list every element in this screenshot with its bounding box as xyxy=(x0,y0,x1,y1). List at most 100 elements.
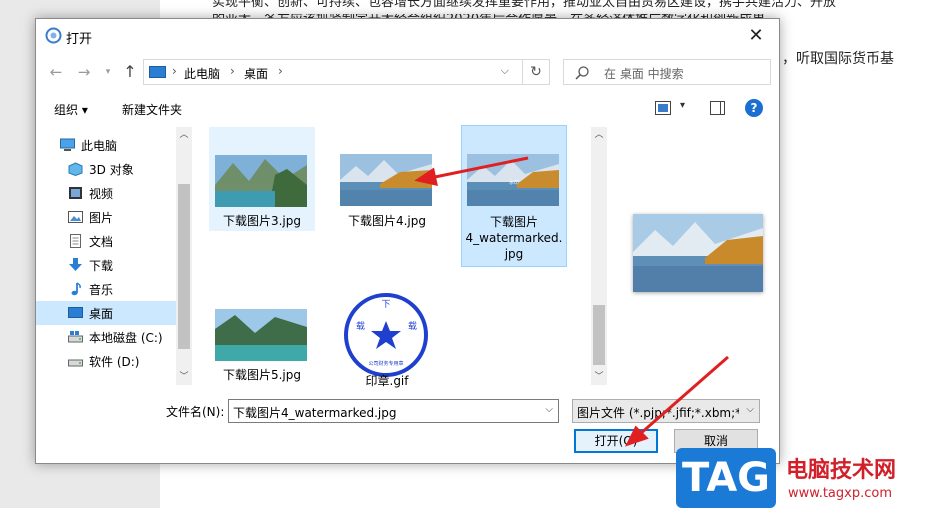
recent-locations-icon[interactable]: ▾ xyxy=(98,62,118,82)
app-icon xyxy=(45,27,62,44)
site-url: www.tagxp.com xyxy=(788,486,892,501)
download-icon xyxy=(69,258,82,271)
address-bar[interactable]: › 此电脑 › 桌面 › ⌵ xyxy=(143,59,550,85)
disk-icon xyxy=(68,359,83,367)
sidebar-item-label: 文档 xyxy=(89,235,114,249)
file-item[interactable]: 下载图片4.jpg xyxy=(334,127,440,231)
organize-menu[interactable]: 组织 ▾ xyxy=(54,101,88,118)
navigation-pane: 此电脑 3D 对象 视频 图片 文档 下载 音乐 桌面 本地磁盘 (C:) 软件… xyxy=(36,127,192,385)
sidebar-item-label: 视频 xyxy=(89,187,114,201)
svg-text:水印: 水印 xyxy=(509,179,519,186)
sidebar-item-downloads[interactable]: 下载 xyxy=(36,253,176,277)
chevron-down-icon[interactable]: ⌵ xyxy=(501,64,509,78)
scroll-down-arrow-icon[interactable]: ﹀ xyxy=(591,369,607,385)
sidebar-item-label: 本地磁盘 (C:) xyxy=(89,331,163,345)
chevron-right-icon: › xyxy=(230,64,235,78)
sidebar-item-label: 音乐 xyxy=(89,283,114,297)
file-name-line: 4_watermarked. xyxy=(465,231,563,245)
image-thumbnail xyxy=(215,155,307,207)
tag-logo: TAG xyxy=(676,448,776,508)
sidebar-item-label: 图片 xyxy=(89,211,114,225)
navigation-bar: ← → ▾ ↑ › 此电脑 › 桌面 › ⌵ ↻ 在 桌面 中搜索 xyxy=(36,55,779,89)
documents-icon xyxy=(70,234,81,248)
back-arrow-icon[interactable]: ← xyxy=(46,62,66,82)
file-item[interactable]: 下载图片5.jpg xyxy=(209,297,315,383)
computer-icon xyxy=(149,66,166,78)
forward-arrow-icon[interactable]: → xyxy=(74,62,94,82)
file-name-line: 下载图片 xyxy=(489,215,538,229)
up-arrow-icon[interactable]: ↑ xyxy=(120,62,140,82)
sidebar-item-label: 3D 对象 xyxy=(89,163,134,177)
file-list: 下载图片3.jpg 下载图片4.jpg 水印 下载图片 4_watermarke… xyxy=(206,125,606,388)
file-type-select[interactable]: 图片文件 (*.pjp;*.jfif;*.xbm;*.pjpeg ⌵ xyxy=(572,399,760,423)
svg-text:公司财务专用章: 公司财务专用章 xyxy=(368,360,403,367)
image-thumbnail xyxy=(215,309,307,361)
chevron-down-icon[interactable]: ⌵ xyxy=(746,404,754,415)
disk-icon xyxy=(68,331,83,343)
sidebar-item-label: 桌面 xyxy=(89,307,114,321)
file-list-scrollbar[interactable]: ︿ ﹀ xyxy=(591,127,607,385)
search-placeholder: 在 桌面 中搜索 xyxy=(604,67,684,81)
scrollbar-thumb[interactable] xyxy=(178,184,190,349)
sidebar-item-pictures[interactable]: 图片 xyxy=(36,205,176,229)
sidebar-item-label: 软件 (D:) xyxy=(89,355,140,369)
chevron-right-icon: › xyxy=(278,64,283,78)
document-text-line: 实现平衡、创新、可持续、包容增长方面继续发挥重要作用，推动亚太自由贸易区建设，携… xyxy=(212,0,837,10)
help-icon[interactable]: ? xyxy=(745,99,763,117)
file-name: 下载图片5.jpg xyxy=(222,368,302,382)
chevron-down-icon[interactable]: ▾ xyxy=(680,100,685,111)
image-thumbnail: 水印 xyxy=(467,154,559,206)
new-folder-button[interactable]: 新建文件夹 xyxy=(122,101,182,118)
sidebar-item-desktop[interactable]: 桌面 xyxy=(36,301,176,325)
file-item[interactable]: 下 载 载 公司财务专用章 印章.gif xyxy=(334,287,440,388)
refresh-button[interactable]: ↻ xyxy=(522,59,550,85)
filename-input[interactable]: 下载图片4_watermarked.jpg ⌵ xyxy=(228,399,559,423)
sidebar-item-music[interactable]: 音乐 xyxy=(36,277,176,301)
view-options-icon[interactable] xyxy=(655,101,671,115)
video-icon xyxy=(69,187,82,199)
preview-image xyxy=(633,214,763,292)
file-name: 印章.gif xyxy=(365,374,409,388)
chevron-down-icon[interactable]: ⌵ xyxy=(545,404,553,415)
close-button[interactable]: ✕ xyxy=(733,19,779,52)
sidebar-item-software-d[interactable]: 软件 (D:) xyxy=(36,349,176,373)
file-item-selected[interactable]: 水印 下载图片 4_watermarked. jpg xyxy=(461,125,567,267)
sidebar-item-this-pc[interactable]: 此电脑 xyxy=(36,133,176,157)
file-name: 下载图片4.jpg xyxy=(347,214,427,228)
scroll-up-arrow-icon[interactable]: ︿ xyxy=(591,127,607,143)
scroll-down-arrow-icon[interactable]: ﹀ xyxy=(176,369,192,385)
music-icon xyxy=(71,282,81,296)
sidebar-item-local-disk-c[interactable]: 本地磁盘 (C:) xyxy=(36,325,176,349)
preview-pane-icon[interactable] xyxy=(710,101,725,115)
file-name: 下载图片3.jpg xyxy=(222,214,302,228)
filename-label: 文件名(N): xyxy=(166,405,225,419)
scrollbar-thumb[interactable] xyxy=(593,305,605,365)
navigation-scrollbar[interactable]: ︿ ﹀ xyxy=(176,127,192,385)
search-box[interactable]: 在 桌面 中搜索 xyxy=(563,59,771,85)
sidebar-item-label: 此电脑 xyxy=(81,139,118,153)
svg-text:载: 载 xyxy=(408,320,417,332)
file-name-line: jpg xyxy=(504,247,524,261)
pictures-icon xyxy=(68,211,83,223)
desktop-icon xyxy=(68,307,83,318)
sidebar-item-documents[interactable]: 文档 xyxy=(36,229,176,253)
scroll-up-arrow-icon[interactable]: ︿ xyxy=(176,127,192,143)
site-title: 电脑技术网 xyxy=(786,458,897,483)
sidebar-item-3d-objects[interactable]: 3D 对象 xyxy=(36,157,176,181)
file-type-value: 图片文件 (*.pjp;*.jfif;*.xbm;*.pjpeg xyxy=(577,406,739,420)
svg-text:载: 载 xyxy=(356,320,365,332)
command-toolbar: 组织 ▾ 新建文件夹 ▾ ? xyxy=(36,93,779,125)
breadcrumb-desktop[interactable]: 桌面 xyxy=(244,65,268,82)
file-item[interactable]: 下载图片3.jpg xyxy=(209,127,315,231)
image-thumbnail xyxy=(340,154,432,206)
computer-icon xyxy=(60,138,75,151)
open-file-dialog: 打开 ✕ ← → ▾ ↑ › 此电脑 › 桌面 › ⌵ ↻ 在 桌面 中搜索 组… xyxy=(35,18,780,464)
document-text-fragment: ，听取国际货币基 xyxy=(782,51,894,67)
sidebar-item-videos[interactable]: 视频 xyxy=(36,181,176,205)
open-button[interactable]: 打开(O) xyxy=(574,429,658,453)
breadcrumb-this-pc[interactable]: 此电脑 xyxy=(184,65,220,82)
filename-value: 下载图片4_watermarked.jpg xyxy=(233,406,397,420)
stamp-thumbnail: 下 载 载 公司财务专用章 xyxy=(340,289,432,381)
search-icon xyxy=(575,66,589,80)
site-watermark: TAG 电脑技术网 www.tagxp.com xyxy=(676,448,939,508)
